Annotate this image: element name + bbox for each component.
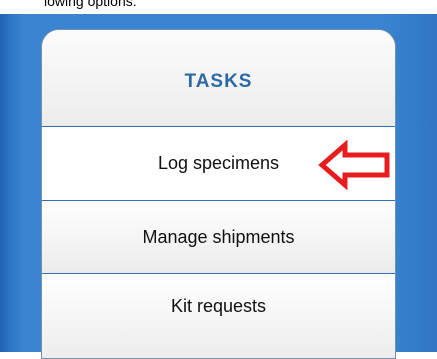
tasks-panel-header: TASKS bbox=[42, 30, 395, 127]
tasks-title: TASKS bbox=[184, 71, 253, 92]
task-kit-requests[interactable]: Kit requests bbox=[42, 274, 395, 358]
task-label: Kit requests bbox=[170, 296, 267, 316]
task-label: Manage shipments bbox=[142, 226, 295, 247]
task-manage-shipments[interactable]: Manage shipments bbox=[42, 201, 395, 274]
left-arrow-icon bbox=[318, 140, 390, 190]
instruction-text: lowing options: bbox=[44, 0, 137, 9]
tasks-panel: TASKS Log specimens Manage shipments Kit… bbox=[41, 29, 396, 359]
top-strip: lowing options: bbox=[0, 0, 437, 14]
task-label: Log specimens bbox=[157, 153, 280, 173]
